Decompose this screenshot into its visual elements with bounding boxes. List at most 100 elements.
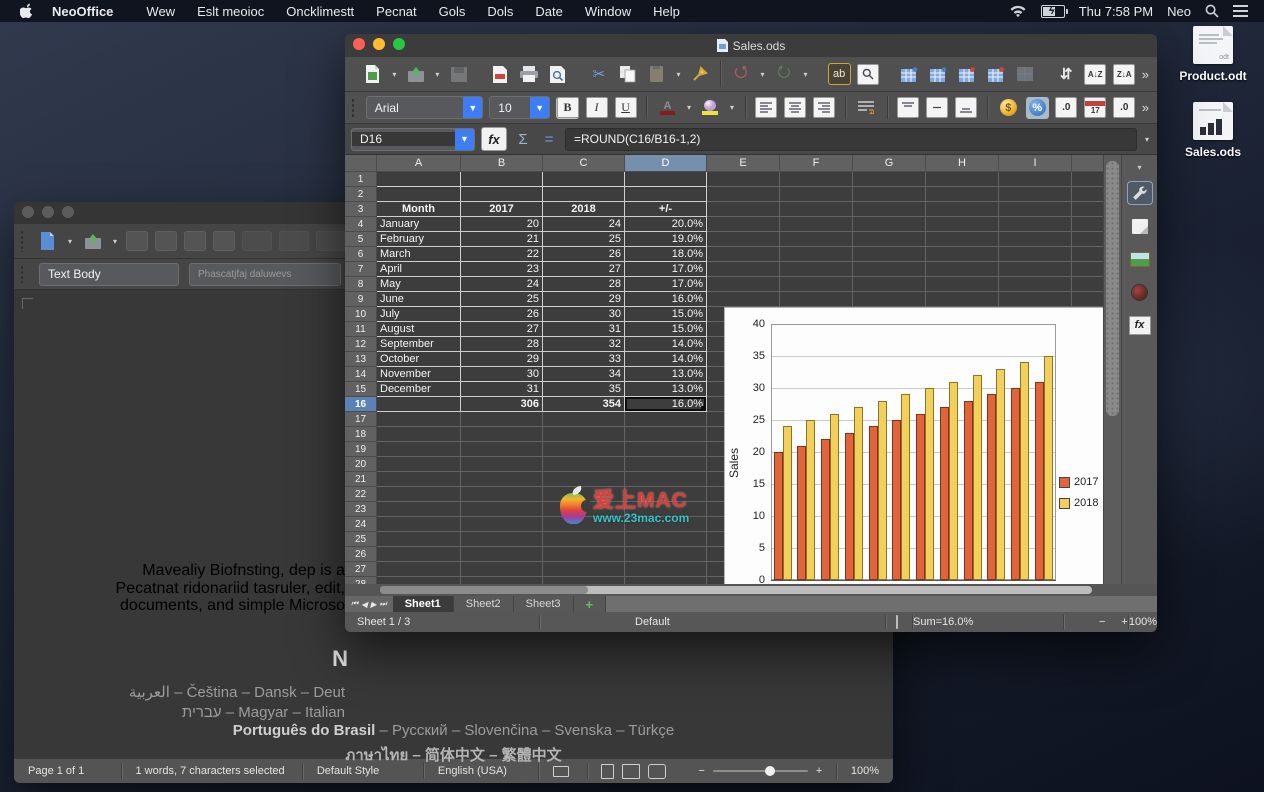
cell[interactable] (780, 172, 853, 187)
cell[interactable]: 17.0% (625, 277, 707, 292)
spellcheck-icon[interactable] (155, 231, 177, 251)
sheet-tab-sheet3[interactable]: Sheet3 (514, 596, 574, 612)
cell[interactable] (377, 397, 461, 412)
cell[interactable]: 33 (543, 352, 625, 367)
cell[interactable] (543, 187, 625, 202)
bar-2018-march[interactable] (830, 414, 839, 580)
cell[interactable]: 25 (543, 232, 625, 247)
align-bottom-button[interactable] (955, 97, 978, 119)
font-name-combo[interactable]: Arial▼ (366, 96, 484, 119)
cell[interactable]: 26 (461, 307, 543, 322)
spotlight-search-icon[interactable] (1205, 4, 1219, 18)
toolbar-overflow-button[interactable]: » (1142, 100, 1157, 115)
cell[interactable] (377, 427, 461, 442)
cell[interactable] (625, 577, 707, 584)
cell[interactable]: 31 (543, 322, 625, 337)
column-header-H[interactable]: H (926, 155, 999, 172)
column-header-F[interactable]: F (780, 155, 853, 172)
grid-corner[interactable] (345, 155, 377, 172)
cell[interactable] (853, 247, 926, 262)
cell[interactable] (377, 442, 461, 457)
selected-cell-D16[interactable]: 16.0% (625, 397, 707, 412)
cell[interactable]: September (377, 337, 461, 352)
toolbar-grip[interactable] (20, 230, 25, 252)
align-middle-button[interactable] (926, 97, 949, 119)
desktop-icon-sales[interactable]: Sales.ods (1170, 102, 1256, 159)
insert-chart-icon[interactable] (316, 231, 346, 251)
chevron-down-icon[interactable]: ▼ (463, 97, 482, 118)
cell[interactable] (1072, 172, 1103, 187)
insert-row-icon[interactable] (898, 63, 921, 85)
bar-2017-august[interactable] (940, 407, 949, 580)
vertical-scrollbar[interactable] (1103, 155, 1121, 584)
cell[interactable] (461, 442, 543, 457)
cell[interactable] (926, 187, 999, 202)
cell[interactable] (377, 187, 461, 202)
cell[interactable]: 18.0% (625, 247, 707, 262)
cell[interactable] (377, 172, 461, 187)
bar-2017-may[interactable] (869, 426, 878, 580)
sidebar-collapse-icon[interactable]: ▾ (1138, 163, 1142, 172)
font-color-dropdown[interactable]: ▾ (685, 97, 693, 119)
cell[interactable] (926, 217, 999, 232)
cell[interactable] (780, 247, 853, 262)
column-header-I[interactable]: I (999, 155, 1072, 172)
cell[interactable]: 28 (461, 337, 543, 352)
status-sum[interactable]: Sum=16.0% (913, 616, 1063, 628)
embedded-chart[interactable]: 0510152025303540JanuaryFebruaryMarchApri… (724, 307, 1103, 584)
undo-icon[interactable] (213, 231, 235, 251)
cell[interactable] (625, 187, 707, 202)
menu-item-9[interactable]: Help (642, 4, 691, 19)
cell[interactable]: 13.0% (625, 367, 707, 382)
delete-decimal-button[interactable]: .0 (1113, 97, 1136, 119)
date-format-button[interactable]: 17 (1084, 97, 1107, 119)
active-app-name[interactable]: NeoOffice (52, 4, 113, 19)
cell[interactable]: 21 (461, 232, 543, 247)
cell[interactable] (707, 247, 780, 262)
row-header-21[interactable]: 21 (345, 472, 377, 487)
open-dropdown[interactable]: ▾ (111, 230, 119, 252)
merge-cells-icon[interactable] (1014, 63, 1037, 85)
row-header-12[interactable]: 12 (345, 337, 377, 352)
sidebar-styles-icon[interactable] (1127, 214, 1153, 238)
cell[interactable] (625, 532, 707, 547)
cell[interactable]: 22 (461, 247, 543, 262)
open-icon[interactable] (404, 63, 427, 85)
cell[interactable]: 24 (543, 217, 625, 232)
row-header-28[interactable]: 28 (345, 577, 377, 584)
cell[interactable] (543, 412, 625, 427)
cell[interactable]: January (377, 217, 461, 232)
menu-item-2[interactable]: Eslt meoioc (186, 4, 275, 19)
cell[interactable] (377, 472, 461, 487)
export-pdf-icon[interactable] (488, 63, 511, 85)
open-dropdown[interactable]: ▾ (433, 63, 441, 85)
cell[interactable] (1072, 277, 1103, 292)
cell[interactable] (377, 412, 461, 427)
font-size-combo[interactable]: 10▼ (489, 96, 550, 119)
cell[interactable]: 2018 (543, 202, 625, 217)
cell[interactable]: 32 (543, 337, 625, 352)
desktop-icon-product[interactable]: odt Product.odt (1170, 26, 1256, 83)
menu-item-4[interactable]: Pecnat (365, 4, 427, 19)
cell[interactable] (999, 172, 1072, 187)
row-header-8[interactable]: 8 (345, 277, 377, 292)
percent-format-button[interactable]: % (1026, 97, 1049, 119)
cell[interactable] (377, 547, 461, 562)
sidebar-navigator-icon[interactable] (1127, 280, 1153, 304)
cell[interactable] (853, 172, 926, 187)
row-header-7[interactable]: 7 (345, 262, 377, 277)
column-header-partial[interactable] (1072, 155, 1103, 172)
cell[interactable] (1072, 247, 1103, 262)
sort-descending-icon[interactable]: Z↓A (1113, 63, 1136, 85)
bar-2018-november[interactable] (1020, 362, 1029, 580)
previous-sheet-icon[interactable]: ◀ (361, 600, 367, 609)
bar-2017-july[interactable] (916, 414, 925, 580)
bar-2017-december[interactable] (1035, 382, 1044, 580)
bar-2017-april[interactable] (845, 433, 854, 580)
cell[interactable]: April (377, 262, 461, 277)
delete-column-icon[interactable] (985, 63, 1008, 85)
row-header-4[interactable]: 4 (345, 217, 377, 232)
menu-item-3[interactable]: Oncklimestt (275, 4, 365, 19)
row-header-23[interactable]: 23 (345, 502, 377, 517)
cell[interactable]: 19.0% (625, 232, 707, 247)
